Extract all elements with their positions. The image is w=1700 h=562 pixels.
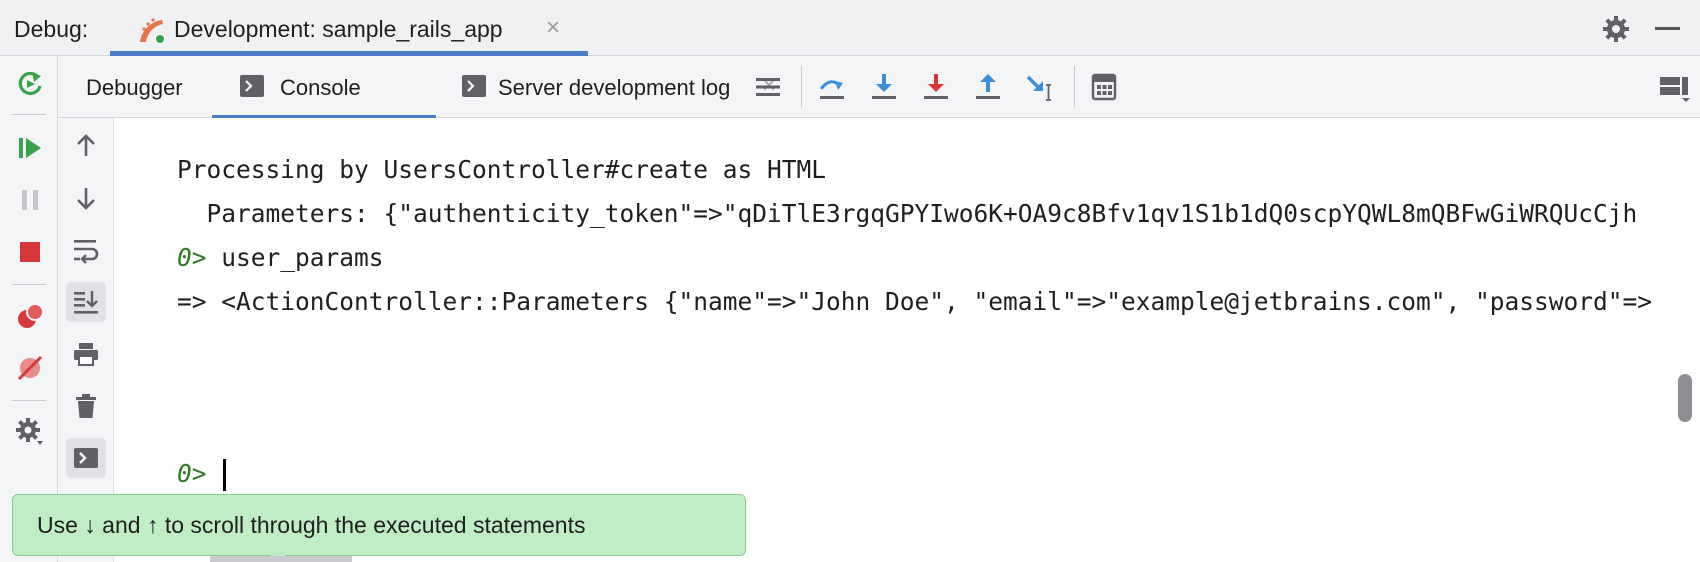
tooltip-text: Use ↓ and ↑ to scroll through the execut… (37, 512, 586, 538)
session-tab-close-icon[interactable]: × (546, 14, 560, 42)
force-step-into-icon[interactable] (920, 71, 952, 103)
vertical-scrollbar-thumb[interactable] (1678, 374, 1692, 422)
toolbar-divider (801, 66, 802, 108)
mute-breakpoints-icon[interactable] (14, 352, 46, 384)
tab-console-label: Console (280, 75, 361, 100)
scroll-to-end-icon (74, 291, 98, 314)
debug-left-toolbar (0, 56, 58, 562)
toolbar-divider (12, 400, 46, 401)
resume-icon[interactable] (14, 132, 46, 164)
rerun-icon[interactable] (14, 68, 46, 100)
clear-all-button[interactable] (66, 386, 106, 426)
step-out-icon[interactable] (972, 71, 1004, 103)
tab-debugger[interactable]: Debugger (58, 56, 212, 118)
session-tab-development[interactable]: Development: sample_rails_app × (110, 0, 588, 56)
session-tab-label: Development: sample_rails_app (174, 16, 503, 42)
debug-titlebar: Debug: Development: sample_rails_app × (0, 0, 1700, 56)
print-button[interactable] (66, 334, 106, 374)
tab-console[interactable]: Console (212, 56, 436, 119)
toolbar-divider (12, 284, 46, 285)
bottom-hidden-tab (210, 556, 352, 562)
gear-icon[interactable] (1601, 14, 1631, 44)
console-line-text: => <ActionController::Parameters {"name"… (177, 287, 1653, 316)
step-over-icon[interactable] (816, 71, 848, 103)
step-into-icon[interactable] (868, 71, 900, 103)
console-input-prompt: 0> (177, 459, 207, 488)
tab-server-log-label: Server development log (498, 75, 731, 100)
console-line: => <ActionController::Parameters {"name"… (118, 258, 1652, 345)
arrow-up-icon (77, 134, 95, 156)
run-to-cursor-icon[interactable] (1024, 71, 1056, 103)
hint-tooltip: Use ↓ and ↑ to scroll through the execut… (12, 494, 746, 556)
layout-icon[interactable] (1658, 71, 1690, 103)
server-log-tab-icon (462, 75, 486, 97)
view-breakpoints-icon[interactable] (14, 300, 46, 332)
minimize-icon[interactable] (1655, 27, 1680, 30)
soft-wrap-icon (74, 240, 99, 264)
scroll-down-button[interactable] (66, 178, 106, 218)
tab-debugger-label: Debugger (86, 75, 183, 100)
trash-icon (76, 394, 96, 418)
tab-server-log[interactable]: Server development log × (436, 56, 796, 118)
arrow-down-icon (77, 188, 95, 210)
evaluate-expression-icon[interactable] (1088, 71, 1120, 103)
console-tab-icon (240, 75, 264, 97)
console-input-icon (74, 448, 98, 468)
console-input-button[interactable] (66, 438, 106, 478)
pause-icon[interactable] (14, 184, 46, 216)
stop-icon[interactable] (14, 236, 46, 268)
toolbar-divider (1074, 66, 1075, 108)
print-icon (74, 343, 98, 366)
scroll-up-button[interactable] (66, 126, 106, 166)
toolbar-divider (12, 114, 46, 115)
scroll-to-end-button[interactable] (66, 282, 106, 322)
console-line-text: Parameters: {"authenticity_token"=>"qDiT… (177, 199, 1638, 228)
debug-label: Debug: (14, 16, 89, 42)
text-cursor (223, 459, 227, 491)
rails-app-icon (140, 18, 165, 44)
soft-wrap-button[interactable] (66, 230, 106, 270)
threads-icon[interactable] (752, 71, 784, 103)
settings-icon[interactable] (14, 416, 46, 448)
debug-tab-strip: Debugger Console Server development log … (58, 56, 1700, 119)
